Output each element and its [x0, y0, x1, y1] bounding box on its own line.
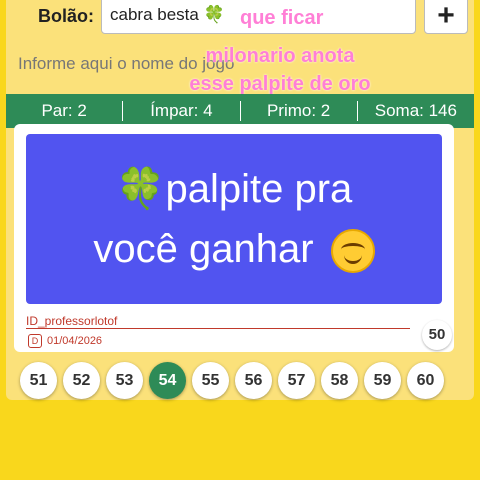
divider	[26, 328, 410, 329]
stat-soma: Soma: 146	[374, 101, 457, 120]
card-line-1: 🍀palpite pra	[115, 167, 353, 211]
number-ball[interactable]: 55	[192, 362, 229, 399]
promo-card: 🍀palpite pra você ganhar	[26, 134, 442, 304]
number-ball[interactable]: 57	[278, 362, 315, 399]
number-ball[interactable]: 58	[321, 362, 358, 399]
stat-par: Par: 2	[6, 101, 124, 121]
overlay-line-1: que ficar	[240, 7, 324, 29]
number-ball[interactable]: 59	[364, 362, 401, 399]
stat-primo: Primo: 2	[241, 101, 358, 121]
bolao-label: Bolão:	[38, 6, 94, 26]
attribution-date: 01/04/2026	[47, 335, 103, 347]
stat-impar: Ímpar: 4	[123, 101, 241, 121]
date-row: D 01/04/2026	[28, 334, 102, 348]
number-ball[interactable]: 51	[20, 362, 57, 399]
overlay-caption: que ficar milonario anota esse palpite d…	[170, 4, 390, 98]
attribution-id: ID_professorlotof	[26, 314, 118, 328]
number-ball[interactable]: 56	[235, 362, 272, 399]
plus-icon: +	[437, 0, 455, 32]
card-line-2-row: você ganhar	[93, 219, 375, 279]
add-button[interactable]: +	[424, 0, 468, 34]
number-ball[interactable]: 50	[422, 320, 452, 350]
hugging-face-icon	[330, 229, 375, 274]
overlay-line-2: milonario anota	[205, 45, 355, 67]
number-ball[interactable]: 54	[149, 362, 186, 399]
number-ball[interactable]: 60	[407, 362, 444, 399]
number-ball[interactable]: 52	[63, 362, 100, 399]
number-balls-row: 51 52 53 54 55 56 57 58 59 60	[20, 362, 444, 399]
stats-bar: Par: 2 Ímpar: 4 Primo: 2 Soma: 146	[6, 94, 474, 128]
number-ball[interactable]: 53	[106, 362, 143, 399]
card-line-2: você ganhar	[93, 227, 314, 271]
date-badge-icon: D	[28, 334, 42, 348]
